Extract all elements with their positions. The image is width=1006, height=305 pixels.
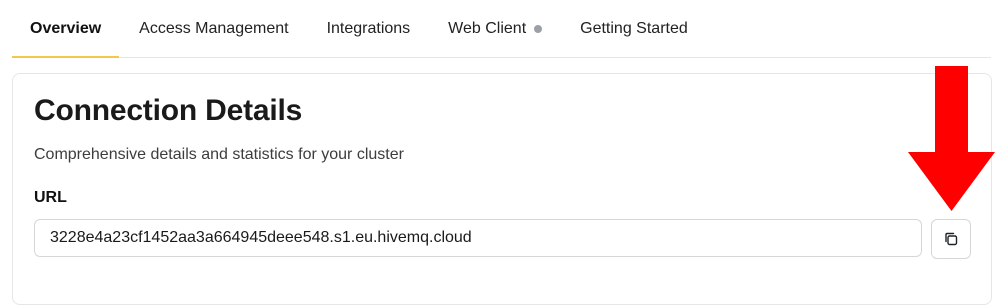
tab-overview-label: Overview xyxy=(30,19,102,37)
url-field[interactable]: 3228e4a23cf1452aa3a664945deee548.s1.eu.h… xyxy=(34,219,922,257)
tab-getting-started-label: Getting Started xyxy=(580,19,688,37)
tab-bar: Overview Access Management Integrations … xyxy=(12,0,991,58)
url-value: 3228e4a23cf1452aa3a664945deee548.s1.eu.h… xyxy=(50,229,472,246)
tab-getting-started[interactable]: Getting Started xyxy=(562,0,706,57)
tab-integrations-label: Integrations xyxy=(326,19,411,37)
tab-integrations[interactable]: Integrations xyxy=(309,0,429,57)
tab-web-client[interactable]: Web Client xyxy=(430,0,560,57)
connection-details-card: Connection Details Comprehensive details… xyxy=(12,73,992,305)
tab-web-client-label: Web Client xyxy=(448,19,527,37)
down-arrow-icon xyxy=(908,66,995,211)
page-title: Connection Details xyxy=(34,94,303,127)
page-subtitle: Comprehensive details and statistics for… xyxy=(34,146,404,163)
tab-overview[interactable]: Overview xyxy=(12,0,120,58)
copy-icon xyxy=(945,232,958,246)
tab-access-management-label: Access Management xyxy=(139,19,289,37)
status-dot-icon xyxy=(534,24,543,33)
copy-url-button[interactable] xyxy=(931,219,971,259)
url-label: URL xyxy=(34,189,67,206)
tab-access-management[interactable]: Access Management xyxy=(121,0,306,57)
